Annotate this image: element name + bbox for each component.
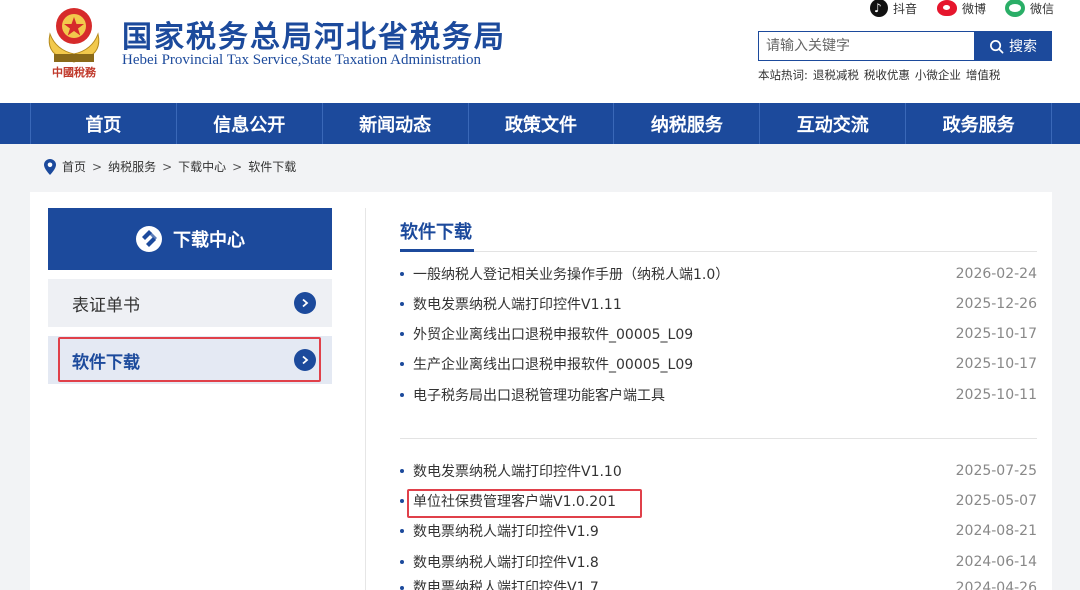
- list-item-title: 外贸企业离线出口退税申报软件_00005_L09: [413, 327, 694, 343]
- sidebar-item-label: 软件下载: [72, 352, 140, 373]
- breadcrumb-separator: >: [232, 159, 243, 174]
- breadcrumb-home[interactable]: 首页: [62, 158, 86, 175]
- bullet-dot: [400, 586, 404, 590]
- breadcrumb-separator: >: [162, 159, 173, 174]
- search-button-label: 搜索: [1009, 39, 1037, 55]
- download-center-icon: [136, 226, 162, 252]
- list-item[interactable]: 外贸企业离线出口退税申报软件_00005_L09 2025-10-17: [400, 323, 1037, 345]
- hot-word-link[interactable]: 增值税: [966, 67, 1001, 83]
- list-item[interactable]: 数电票纳税人端打印控件V1.8 2024-06-14: [400, 551, 1037, 573]
- breadcrumb-download-center[interactable]: 下载中心: [178, 158, 226, 175]
- list-item-title: 一般纳税人登记相关业务操作手册（纳税人端1.0）: [413, 267, 730, 283]
- section-title-underline: [400, 249, 474, 252]
- list-item-date: 2025-10-17: [955, 356, 1037, 372]
- bullet-dot: [400, 302, 404, 306]
- list-item-title: 数电发票纳税人端打印控件V1.11: [413, 297, 622, 313]
- wechat-icon: [1005, 0, 1025, 17]
- list-item[interactable]: 单位社保费管理客户端V1.0.201 2025-05-07: [400, 490, 1037, 512]
- list-item-date: 2025-10-11: [955, 387, 1037, 403]
- section-title-line: [400, 251, 1037, 252]
- column-divider: [365, 208, 366, 590]
- list-group-divider: [400, 438, 1037, 439]
- tax-emblem-icon: 中國稅務: [48, 8, 100, 79]
- social-douyin-label: 抖音: [893, 1, 918, 16]
- list-item[interactable]: 一般纳税人登记相关业务操作手册（纳税人端1.0） 2026-02-24: [400, 263, 1037, 285]
- douyin-icon: [870, 0, 888, 17]
- hot-words: 本站热词: 退税减税 税收优惠 小微企业 增值税: [758, 67, 1000, 83]
- nav-item-tax-service[interactable]: 纳税服务: [613, 103, 759, 144]
- list-item[interactable]: 数电票纳税人端打印控件V1.7 2024-04-26: [400, 577, 1037, 590]
- list-item[interactable]: 电子税务局出口退税管理功能客户端工具 2025-10-11: [400, 384, 1037, 406]
- list-item-date: 2024-04-26: [955, 580, 1037, 590]
- breadcrumb-tax-service[interactable]: 纳税服务: [108, 158, 156, 175]
- list-item-date: 2025-07-25: [955, 463, 1037, 479]
- list-item[interactable]: 生产企业离线出口退税申报软件_00005_L09 2025-10-17: [400, 353, 1037, 375]
- nav-item-gov-service[interactable]: 政务服务: [905, 103, 1053, 144]
- list-item-title: 数电票纳税人端打印控件V1.8: [413, 555, 599, 571]
- hot-word-link[interactable]: 退税减税: [813, 67, 859, 83]
- social-wechat[interactable]: 微信: [1005, 0, 1055, 17]
- hot-word-link[interactable]: 小微企业: [915, 67, 961, 83]
- breadcrumb-software-download[interactable]: 软件下载: [248, 158, 296, 175]
- chevron-right-icon: [294, 349, 316, 371]
- list-item-title: 单位社保费管理客户端V1.0.201: [413, 494, 617, 510]
- nav-item-policy[interactable]: 政策文件: [467, 103, 614, 144]
- breadcrumb: 首页 > 纳税服务 > 下载中心 > 软件下载: [44, 158, 296, 175]
- breadcrumb-separator: >: [92, 159, 103, 174]
- list-item[interactable]: 数电发票纳税人端打印控件V1.11 2025-12-26: [400, 293, 1037, 315]
- chevron-right-icon: [294, 292, 316, 314]
- list-item-date: 2024-08-21: [955, 523, 1037, 539]
- list-item-date: 2024-06-14: [955, 554, 1037, 570]
- hot-words-label: 本站热词:: [758, 68, 808, 82]
- search-input[interactable]: [758, 31, 974, 61]
- sidebar-heading: 下载中心: [48, 208, 332, 270]
- bullet-dot: [400, 499, 404, 503]
- sidebar-heading-label: 下载中心: [173, 230, 245, 251]
- sidebar-item-forms[interactable]: 表证单书: [48, 279, 332, 327]
- search-icon: [990, 39, 1004, 53]
- bullet-dot: [400, 529, 404, 533]
- list-item-title: 电子税务局出口退税管理功能客户端工具: [413, 388, 665, 404]
- bullet-dot: [400, 362, 404, 366]
- search-box: 搜索: [758, 31, 1052, 61]
- main-nav: 首页 信息公开 新闻动态 政策文件 纳税服务 互动交流 政务服务: [0, 103, 1080, 144]
- list-item-title: 数电票纳税人端打印控件V1.9: [413, 524, 599, 540]
- list-item[interactable]: 数电票纳税人端打印控件V1.9 2024-08-21: [400, 520, 1037, 542]
- list-item-title: 生产企业离线出口退税申报软件_00005_L09: [413, 357, 694, 373]
- list-item[interactable]: 数电发票纳税人端打印控件V1.10 2025-07-25: [400, 460, 1037, 482]
- list-item-date: 2025-12-26: [955, 296, 1037, 312]
- bullet-dot: [400, 469, 404, 473]
- bullet-dot: [400, 393, 404, 397]
- social-douyin[interactable]: 抖音: [870, 0, 918, 17]
- site-title: 国家税务总局河北省税务局: [122, 20, 506, 55]
- nav-item-news[interactable]: 新闻动态: [321, 103, 468, 144]
- bullet-dot: [400, 332, 404, 336]
- location-pin-icon: [44, 158, 56, 175]
- sidebar-item-software-download[interactable]: 软件下载: [48, 336, 332, 384]
- list-item-date: 2026-02-24: [955, 266, 1037, 282]
- list-item-title: 数电发票纳税人端打印控件V1.10: [413, 464, 622, 480]
- sidebar-item-label: 表证单书: [72, 295, 140, 316]
- weibo-icon: [937, 0, 957, 16]
- social-weibo-label: 微博: [962, 1, 987, 16]
- social-wechat-label: 微信: [1030, 1, 1055, 16]
- list-item-date: 2025-10-17: [955, 326, 1037, 342]
- nav-item-home[interactable]: 首页: [30, 103, 176, 144]
- list-item-date: 2025-05-07: [955, 493, 1037, 509]
- section-title: 软件下载: [400, 222, 472, 243]
- list-item-title: 数电票纳税人端打印控件V1.7: [413, 580, 599, 590]
- social-weibo[interactable]: 微博: [937, 0, 986, 16]
- bullet-dot: [400, 560, 404, 564]
- svg-text:中國稅務: 中國稅務: [52, 65, 97, 79]
- search-button[interactable]: 搜索: [974, 31, 1052, 61]
- site-subtitle: Hebei Provincial Tax Service,State Taxat…: [122, 52, 481, 68]
- nav-item-interaction[interactable]: 互动交流: [759, 103, 905, 144]
- nav-item-info[interactable]: 信息公开: [175, 103, 322, 144]
- hot-word-link[interactable]: 税收优惠: [864, 67, 910, 83]
- site-header: 中國稅務 国家税务总局河北省税务局 Hebei Provincial Tax S…: [0, 0, 1080, 103]
- bullet-dot: [400, 272, 404, 276]
